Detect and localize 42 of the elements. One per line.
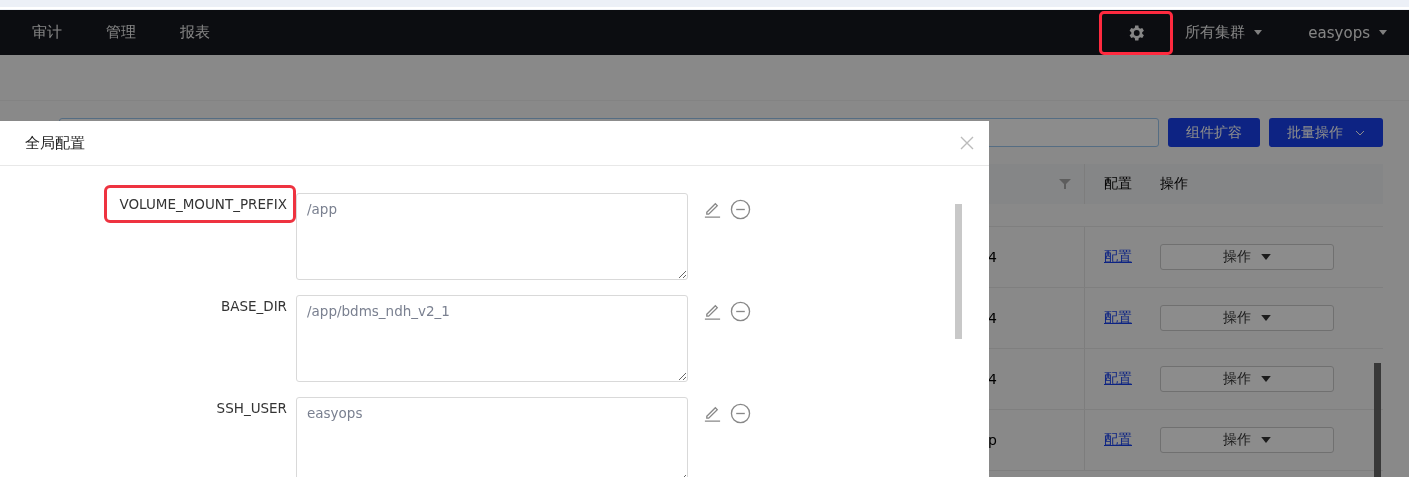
- toolbar-button[interactable]: 批量操作: [1269, 118, 1383, 147]
- toolbar-button[interactable]: 组件扩容: [1168, 118, 1260, 147]
- nav-menu-item[interactable]: 审计: [32, 23, 62, 42]
- nav-menu-item[interactable]: 报表: [180, 23, 210, 42]
- config-link[interactable]: 配置: [1104, 431, 1132, 447]
- column-header: 配置: [1104, 175, 1132, 191]
- caret-icon: [1379, 30, 1387, 35]
- action-dropdown[interactable]: 操作: [1160, 244, 1334, 270]
- action-dropdown[interactable]: 操作: [1160, 427, 1334, 453]
- caret-icon: [1261, 254, 1271, 260]
- remove-icon[interactable]: [730, 301, 751, 322]
- filter-icon[interactable]: [1059, 178, 1071, 190]
- caret-icon: [1261, 315, 1271, 321]
- nav-menu-item[interactable]: 管理: [106, 23, 136, 42]
- value-field[interactable]: /app: [296, 193, 688, 280]
- table-cell: 4: [988, 371, 997, 387]
- close-icon[interactable]: [960, 136, 974, 150]
- scrollbar[interactable]: [1374, 363, 1381, 477]
- table-cell: p: [988, 432, 997, 448]
- field-label: BASE_DIR: [220, 298, 287, 314]
- config-link[interactable]: 配置: [1104, 248, 1132, 264]
- column-header: 操作: [1160, 175, 1188, 191]
- caret-icon: [1261, 437, 1271, 443]
- config-link[interactable]: 配置: [1104, 309, 1132, 325]
- value-field[interactable]: easyops: [296, 397, 688, 477]
- scrollbar[interactable]: [955, 204, 962, 339]
- caret-icon: [1254, 30, 1263, 35]
- remove-icon[interactable]: [730, 199, 751, 220]
- cluster-dropdown[interactable]: 所有集群: [1185, 23, 1263, 42]
- chevron-icon: [1355, 129, 1365, 136]
- caret-icon: [1261, 376, 1271, 382]
- value-field[interactable]: /app/bdms_ndh_v2_1: [296, 295, 688, 382]
- user-menu[interactable]: easyops: [1308, 23, 1387, 42]
- action-dropdown[interactable]: 操作: [1160, 366, 1334, 392]
- table-cell: 4: [988, 249, 997, 265]
- config-link[interactable]: 配置: [1104, 370, 1132, 386]
- action-dropdown[interactable]: 操作: [1160, 305, 1334, 331]
- table-cell: 4: [988, 310, 997, 326]
- dialog-title: 全局配置: [25, 133, 85, 153]
- remove-icon[interactable]: [730, 403, 751, 424]
- field-label: VOLUME_MOUNT_PREFIX: [119, 196, 287, 212]
- field-label: SSH_USER: [216, 400, 287, 416]
